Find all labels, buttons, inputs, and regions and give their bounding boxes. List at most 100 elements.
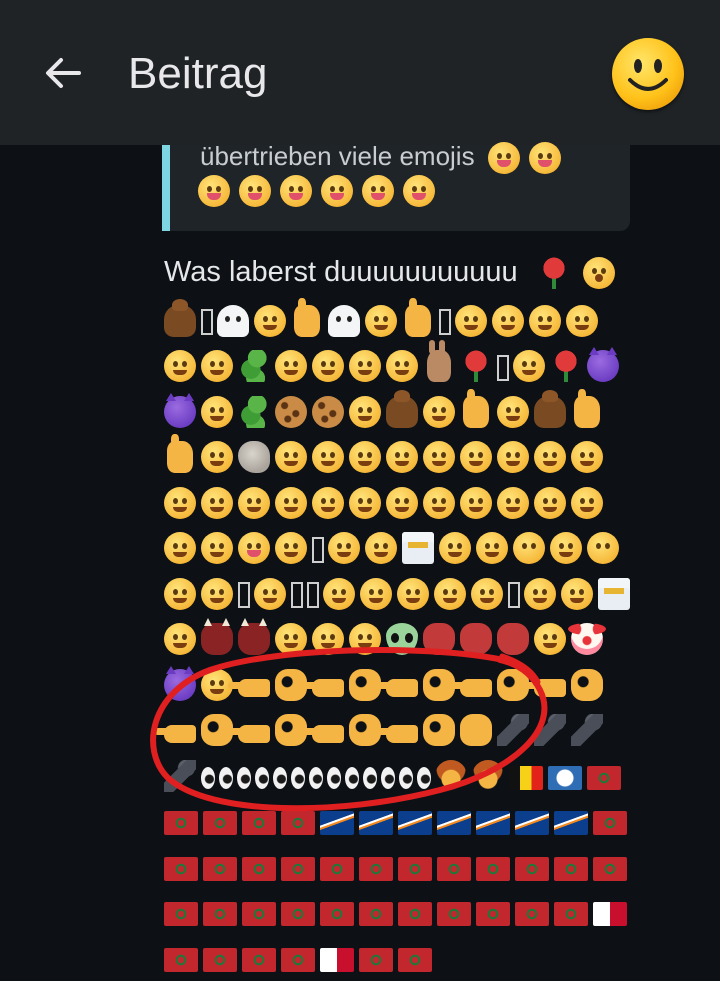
- ghost-icon: [217, 304, 249, 337]
- marshall-islands-flag-icon: [554, 811, 588, 836]
- smiley-face-icon: [312, 350, 344, 383]
- sweat-smile-icon: [423, 395, 455, 428]
- rose-icon: [550, 350, 582, 383]
- quoted-message[interactable]: übertrieben viele emojis: [162, 141, 630, 231]
- anxious-sweat-face-icon: [164, 577, 196, 610]
- morocco-flag-icon: [320, 856, 354, 881]
- emoji-row: [164, 297, 624, 344]
- eye-roll-face-icon: [275, 532, 307, 565]
- pointing-left-icon: [228, 724, 270, 743]
- poop-icon: [164, 298, 196, 337]
- alien-icon: [386, 623, 418, 656]
- emoji-row: [164, 890, 627, 936]
- kissing-face-icon: [386, 441, 418, 474]
- snake-icon: [238, 350, 270, 383]
- pointing-left-icon: [376, 724, 418, 743]
- hushed-face-icon: [534, 623, 566, 656]
- eyes-icon: [417, 766, 431, 789]
- ogre-icon: [238, 618, 270, 656]
- morocco-flag-icon: [203, 856, 237, 881]
- sad-relieved-face-icon: [550, 532, 582, 565]
- quoted-emoji-inline: [487, 142, 566, 175]
- smiley-face-avatar[interactable]: [612, 38, 684, 110]
- kissing-face-icon: [164, 532, 196, 565]
- sweat-smile-icon: [349, 350, 381, 383]
- eyes-icon: [291, 766, 305, 789]
- cookie-icon: [312, 395, 344, 428]
- smiley-face-icon: [628, 59, 668, 91]
- thumbs-up-icon: [463, 388, 489, 428]
- missing-glyph-icon: [307, 582, 319, 609]
- anxious-sweat-face-icon: [201, 577, 233, 610]
- eyes-icon: [237, 766, 251, 789]
- missing-glyph-icon: [497, 354, 509, 381]
- missing-glyph-icon: [508, 582, 520, 609]
- person-icon: [435, 759, 467, 792]
- thinking-face-icon: [365, 304, 397, 337]
- raised-eyebrow-face-icon: [254, 304, 286, 337]
- morocco-flag-icon: [398, 947, 432, 972]
- laughing-face-icon: [492, 304, 524, 337]
- pensive-face-icon: [275, 486, 307, 519]
- goblin-icon: [497, 623, 529, 656]
- morocco-flag-icon: [359, 856, 393, 881]
- heart-eyes-face-icon: [349, 441, 381, 474]
- pointing-left-icon: [524, 679, 566, 698]
- thumbs-up-icon: [405, 297, 431, 337]
- eyes-icon: [381, 766, 395, 789]
- morocco-flag-icon: [281, 902, 315, 927]
- morocco-flag-icon: [281, 947, 315, 972]
- thumbs-up-icon: [574, 388, 600, 428]
- blush-face-icon: [238, 486, 270, 519]
- downcast-sweat-face-icon: [476, 532, 508, 565]
- arrow-left-icon: [46, 58, 81, 88]
- ogre-icon: [201, 618, 233, 656]
- antarctica-flag-icon: [548, 765, 582, 790]
- anxious-sweat-face-icon: [254, 577, 286, 610]
- pointing-left-icon: [376, 679, 418, 698]
- cookie-icon: [275, 395, 307, 428]
- poop-icon: [386, 389, 418, 428]
- morocco-flag-icon: [515, 856, 549, 881]
- back-button[interactable]: [40, 50, 86, 96]
- emoji-grid: [154, 297, 630, 981]
- morocco-flag-icon: [476, 902, 510, 927]
- zany-face-icon: [239, 175, 271, 207]
- eyes-icon: [309, 766, 323, 789]
- disappointed-face-icon: [386, 486, 418, 519]
- clown-face-icon: [568, 623, 606, 656]
- hushed-face-icon: [582, 257, 615, 290]
- goblin-icon: [460, 623, 492, 656]
- grinning-face-icon: [455, 304, 487, 337]
- emoji-row: [164, 480, 624, 526]
- relieved-face-icon: [460, 441, 492, 474]
- emoji-row: [164, 662, 624, 708]
- quote-accent-bar: [162, 145, 170, 231]
- yum-face-icon: [513, 350, 545, 383]
- ok-hand-icon: [423, 714, 455, 747]
- morocco-flag-icon: [164, 902, 198, 927]
- smiling-devil-icon: [164, 665, 196, 701]
- morocco-flag-icon: [320, 902, 354, 927]
- steam-nose-face-icon: [471, 577, 503, 610]
- flushed-face-icon: [397, 577, 429, 610]
- heart-eyes-face-icon: [312, 441, 344, 474]
- frowning-face-icon: [201, 486, 233, 519]
- emoji-row: [164, 617, 624, 663]
- emoji-row: [164, 571, 630, 617]
- morocco-flag-icon: [437, 902, 471, 927]
- morocco-flag-icon: [476, 856, 510, 881]
- emoji-row: [164, 799, 627, 845]
- spiral-shell-icon: [238, 441, 270, 474]
- missing-glyph-icon: [291, 582, 303, 609]
- grinning-face-icon: [201, 441, 233, 474]
- morocco-flag-icon: [242, 856, 276, 881]
- dizzy-face-icon: [312, 623, 344, 656]
- morocco-flag-icon: [554, 902, 588, 927]
- eyes-icon: [345, 766, 359, 789]
- morocco-flag-icon: [203, 902, 237, 927]
- morocco-flag-icon: [164, 811, 198, 836]
- eyes-icon: [219, 766, 233, 789]
- page-title: Beitrag: [128, 49, 268, 98]
- unamused-face-icon: [423, 486, 455, 519]
